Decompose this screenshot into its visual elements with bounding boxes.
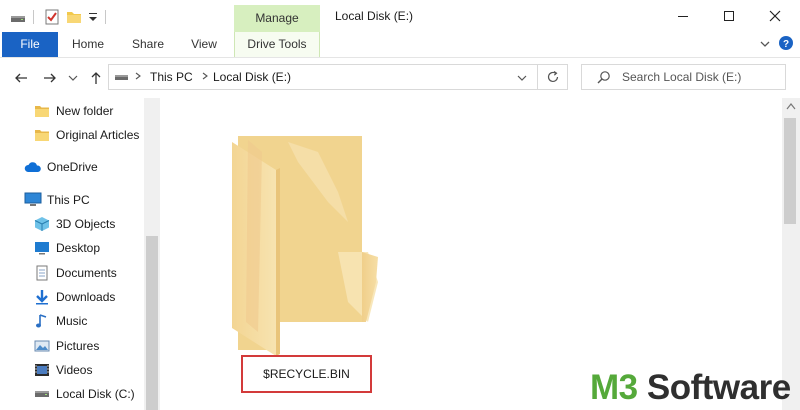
desktop-icon xyxy=(33,239,51,257)
watermark-software: Software xyxy=(637,368,791,407)
onedrive-cloud-icon xyxy=(24,158,42,176)
nav-item-pictures[interactable]: Pictures xyxy=(33,335,99,357)
ribbon-tabs: File Home Share View Drive Tools ? xyxy=(0,32,800,58)
nav-item-label: New folder xyxy=(56,104,114,118)
nav-item-label: Desktop xyxy=(56,241,101,255)
nav-item-music[interactable]: Music xyxy=(33,310,87,332)
nav-item-label: Local Disk (C:) xyxy=(56,387,135,401)
close-icon xyxy=(769,10,781,22)
minimize-button[interactable] xyxy=(660,0,706,32)
search-box[interactable] xyxy=(581,64,786,90)
maximize-button[interactable] xyxy=(706,0,752,32)
nav-item-downloads[interactable]: Downloads xyxy=(33,286,115,308)
nav-item-label: Music xyxy=(56,314,88,328)
tab-file[interactable]: File xyxy=(2,32,58,57)
search-input[interactable] xyxy=(622,69,782,85)
3d-objects-icon xyxy=(33,215,51,233)
pictures-icon xyxy=(33,337,51,355)
documents-icon xyxy=(33,264,51,282)
expand-ribbon-icon[interactable] xyxy=(758,37,772,51)
nav-item-desktop[interactable]: Desktop xyxy=(33,237,100,259)
nav-item-label: Downloads xyxy=(56,290,116,304)
address-history-dropdown[interactable] xyxy=(515,71,529,85)
nav-item-label: This PC xyxy=(47,193,90,207)
nav-item-label: Pictures xyxy=(56,339,100,353)
back-arrow-icon xyxy=(15,73,27,83)
content-scrollbar-thumb[interactable] xyxy=(784,118,796,224)
nav-item-original-articles[interactable]: Original Articles xyxy=(33,124,139,146)
nav-item-documents[interactable]: Documents xyxy=(33,262,117,284)
nav-item-label: OneDrive xyxy=(47,160,98,174)
breadcrumb-separator[interactable] xyxy=(134,69,142,86)
tab-view[interactable]: View xyxy=(180,32,228,57)
nav-item-onedrive[interactable]: OneDrive xyxy=(24,156,98,178)
help-icon[interactable]: ? xyxy=(778,35,794,51)
navigation-pane: New folder Original Articles OneDrive Th… xyxy=(0,98,160,410)
nav-item-label: Videos xyxy=(56,363,93,377)
nav-pane-scrollbar-thumb[interactable] xyxy=(146,236,158,410)
folder-icon[interactable] xyxy=(228,132,380,356)
refresh-button[interactable] xyxy=(538,64,568,90)
maximize-icon xyxy=(724,11,734,21)
new-folder-quick-icon[interactable] xyxy=(66,8,82,26)
back-button[interactable] xyxy=(11,68,31,88)
nav-item-label: 3D Objects xyxy=(56,217,116,231)
refresh-icon xyxy=(547,71,558,83)
qat-divider xyxy=(33,10,34,24)
chevron-down-icon xyxy=(68,75,78,81)
drive-icon xyxy=(33,385,51,403)
nav-item-videos[interactable]: Videos xyxy=(33,359,92,381)
manage-context-tab[interactable]: Manage xyxy=(234,5,320,32)
nav-item-this-pc[interactable]: This PC xyxy=(24,189,90,211)
music-icon xyxy=(33,312,51,330)
up-arrow-icon xyxy=(91,72,101,84)
close-button[interactable] xyxy=(752,0,798,32)
nav-item-new-folder[interactable]: New folder xyxy=(33,100,113,122)
nav-item-3d-objects[interactable]: 3D Objects xyxy=(33,213,115,235)
window-title: Local Disk (E:) xyxy=(335,9,414,23)
videos-icon xyxy=(33,361,51,379)
drive-quick-access-icon[interactable] xyxy=(10,8,26,26)
tab-share[interactable]: Share xyxy=(122,32,174,57)
up-button[interactable] xyxy=(86,68,106,88)
nav-item-local-disk-c[interactable]: Local Disk (C:) xyxy=(33,383,135,405)
watermark-m3: M3 xyxy=(590,368,638,407)
tab-home[interactable]: Home xyxy=(62,32,114,57)
forward-button[interactable] xyxy=(40,68,60,88)
chevron-down-icon xyxy=(517,75,527,81)
breadcrumb-local-disk-e[interactable]: Local Disk (E:) xyxy=(213,70,291,84)
recent-locations-button[interactable] xyxy=(66,68,80,88)
downloads-icon xyxy=(33,288,51,306)
qat-divider xyxy=(105,10,106,24)
folder-icon xyxy=(33,102,51,120)
nav-item-label: Documents xyxy=(56,266,117,280)
nav-item-label: Original Articles xyxy=(56,128,140,142)
forward-arrow-icon xyxy=(44,73,56,83)
address-bar[interactable]: This PC Local Disk (E:) xyxy=(108,64,538,90)
file-explorer-window: Manage Local Disk (E:) File Home Share V… xyxy=(0,0,800,410)
search-icon xyxy=(596,70,612,86)
folder-name-label[interactable]: $RECYCLE.BIN xyxy=(241,355,372,393)
properties-icon[interactable] xyxy=(44,8,60,26)
computer-icon xyxy=(24,191,42,209)
tab-drive-tools[interactable]: Drive Tools xyxy=(234,32,320,57)
title-bar: Manage Local Disk (E:) xyxy=(0,0,800,32)
m3-software-watermark: M3 Software xyxy=(590,368,791,408)
folder-icon xyxy=(33,126,51,144)
breadcrumb-separator[interactable] xyxy=(201,69,209,86)
drive-icon xyxy=(114,70,130,84)
breadcrumb-this-pc[interactable]: This PC xyxy=(150,70,193,84)
minimize-icon xyxy=(678,16,688,17)
svg-text:?: ? xyxy=(783,39,789,50)
scroll-up-icon[interactable] xyxy=(786,102,796,110)
customize-qat-icon[interactable] xyxy=(88,10,98,28)
